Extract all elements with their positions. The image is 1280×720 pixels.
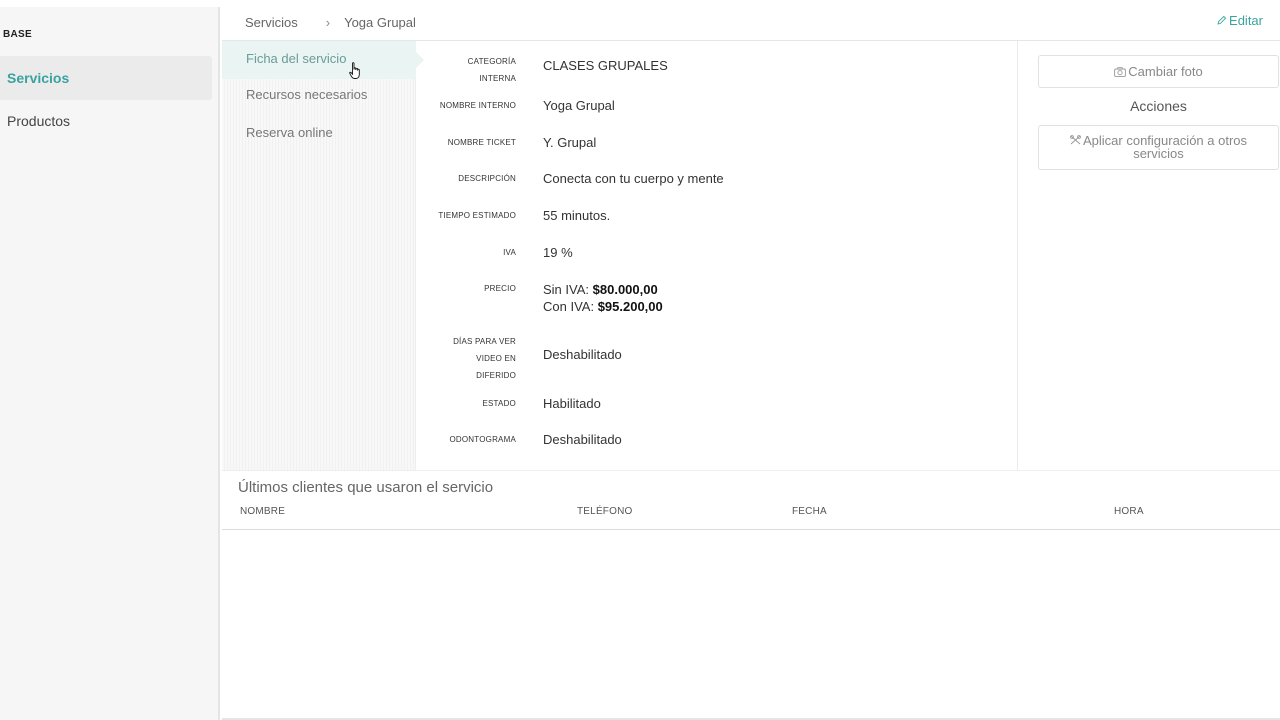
pencil-icon bbox=[1217, 15, 1227, 28]
detail-value: 19 % bbox=[543, 245, 573, 260]
detail-value: CLASES GRUPALES bbox=[543, 58, 668, 73]
section-title: Últimos clientes que usaron el servicio bbox=[238, 479, 494, 496]
sidebar-item-label: Servicios bbox=[7, 70, 70, 86]
detail-label: ESTADO bbox=[482, 399, 516, 408]
price-label: Con IVA: bbox=[543, 299, 595, 314]
service-subnav: Ficha del servicio Recursos necesarios R… bbox=[222, 41, 424, 470]
detail-label: NOMBRE INTERNO bbox=[439, 101, 516, 110]
price-with-tax: Con IVA: $95.200,00 bbox=[543, 298, 663, 315]
detail-value: Conecta con tu cuerpo y mente bbox=[543, 171, 724, 186]
detail-label: DESCRIPCIÓN bbox=[458, 174, 516, 183]
detail-value: Sin IVA: $80.000,00 Con IVA: $95.200,00 bbox=[543, 281, 663, 315]
detail-label: DÍAS PARA VER VIDEO EN DIFERIDO bbox=[417, 333, 516, 384]
tab-label: Recursos necesarios bbox=[246, 87, 368, 102]
column-header-telefono[interactable]: TELÉFONO bbox=[577, 506, 633, 517]
detail-value: Deshabilitado bbox=[543, 432, 622, 447]
detail-label: NOMBRE TICKET bbox=[447, 138, 516, 147]
tools-icon bbox=[1070, 134, 1081, 147]
price-without-tax: Sin IVA: $80.000,00 bbox=[543, 281, 663, 298]
detail-label: TIEMPO ESTIMADO bbox=[438, 211, 516, 220]
sidebar: BASE Servicios Productos bbox=[0, 7, 220, 720]
change-photo-button[interactable]: Cambiar foto bbox=[1038, 55, 1279, 88]
detail-value: Y. Grupal bbox=[543, 135, 597, 150]
detail-label-line: INTERNA bbox=[479, 74, 516, 83]
edit-button[interactable]: Editar bbox=[1217, 13, 1263, 28]
detail-value: Yoga Grupal bbox=[543, 98, 615, 113]
price-label: Sin IVA: bbox=[543, 282, 590, 297]
breadcrumb: Servicios › Yoga Grupal bbox=[245, 15, 416, 30]
breadcrumb-servicios[interactable]: Servicios bbox=[245, 15, 298, 30]
detail-label: CATEGORÍA INTERNA bbox=[417, 53, 516, 87]
tab-label: Reserva online bbox=[246, 125, 333, 140]
recent-clients-section: Últimos clientes que usaron el servicio … bbox=[222, 470, 1280, 720]
sidebar-item-productos[interactable]: Productos bbox=[0, 99, 212, 143]
detail-label: IVA bbox=[503, 248, 516, 257]
hand-pointer-icon bbox=[349, 62, 361, 80]
breadcrumb-current: Yoga Grupal bbox=[344, 15, 416, 30]
edit-label: Editar bbox=[1229, 13, 1263, 28]
column-header-hora[interactable]: HORA bbox=[1114, 506, 1144, 517]
actions-title: Acciones bbox=[1130, 98, 1187, 114]
price-amount: $95.200,00 bbox=[597, 299, 663, 314]
detail-label-line: DIFERIDO bbox=[476, 371, 516, 380]
column-header-fecha[interactable]: FECHA bbox=[792, 506, 827, 517]
detail-label: ODONTOGRAMA bbox=[449, 435, 516, 444]
page-header: Servicios › Yoga Grupal Editar bbox=[222, 7, 1280, 41]
detail-label-line: DÍAS PARA VER bbox=[453, 337, 516, 346]
column-header-nombre[interactable]: NOMBRE bbox=[240, 506, 285, 517]
detail-value: Habilitado bbox=[543, 396, 601, 411]
detail-label-line: CATEGORÍA bbox=[467, 57, 516, 66]
service-details: CATEGORÍA INTERNA CLASES GRUPALES NOMBRE… bbox=[417, 41, 1017, 470]
detail-label-line: VIDEO EN bbox=[476, 354, 516, 363]
apply-config-label: servicios bbox=[1133, 146, 1184, 161]
actions-panel: Cambiar foto Acciones Aplicar configurac… bbox=[1017, 41, 1280, 470]
sidebar-item-servicios[interactable]: Servicios bbox=[0, 56, 212, 100]
tab-label: Ficha del servicio bbox=[246, 51, 347, 66]
detail-label: PRECIO bbox=[484, 284, 516, 293]
change-photo-label: Cambiar foto bbox=[1128, 64, 1203, 79]
tab-recursos-necesarios[interactable]: Recursos necesarios bbox=[222, 77, 416, 115]
breadcrumb-separator: › bbox=[325, 15, 331, 30]
tab-reserva-online[interactable]: Reserva online bbox=[222, 115, 416, 153]
apply-config-button[interactable]: Aplicar configuración a otros servicios bbox=[1038, 125, 1279, 170]
detail-value: Deshabilitado bbox=[543, 347, 622, 362]
tab-ficha-del-servicio[interactable]: Ficha del servicio bbox=[222, 41, 424, 79]
detail-value: 55 minutos. bbox=[543, 208, 611, 223]
camera-icon bbox=[1114, 57, 1127, 88]
table-header-divider bbox=[222, 529, 1280, 530]
price-amount: $80.000,00 bbox=[592, 282, 658, 297]
sidebar-item-label: Productos bbox=[7, 113, 71, 129]
sidebar-section-title: BASE bbox=[3, 29, 32, 40]
